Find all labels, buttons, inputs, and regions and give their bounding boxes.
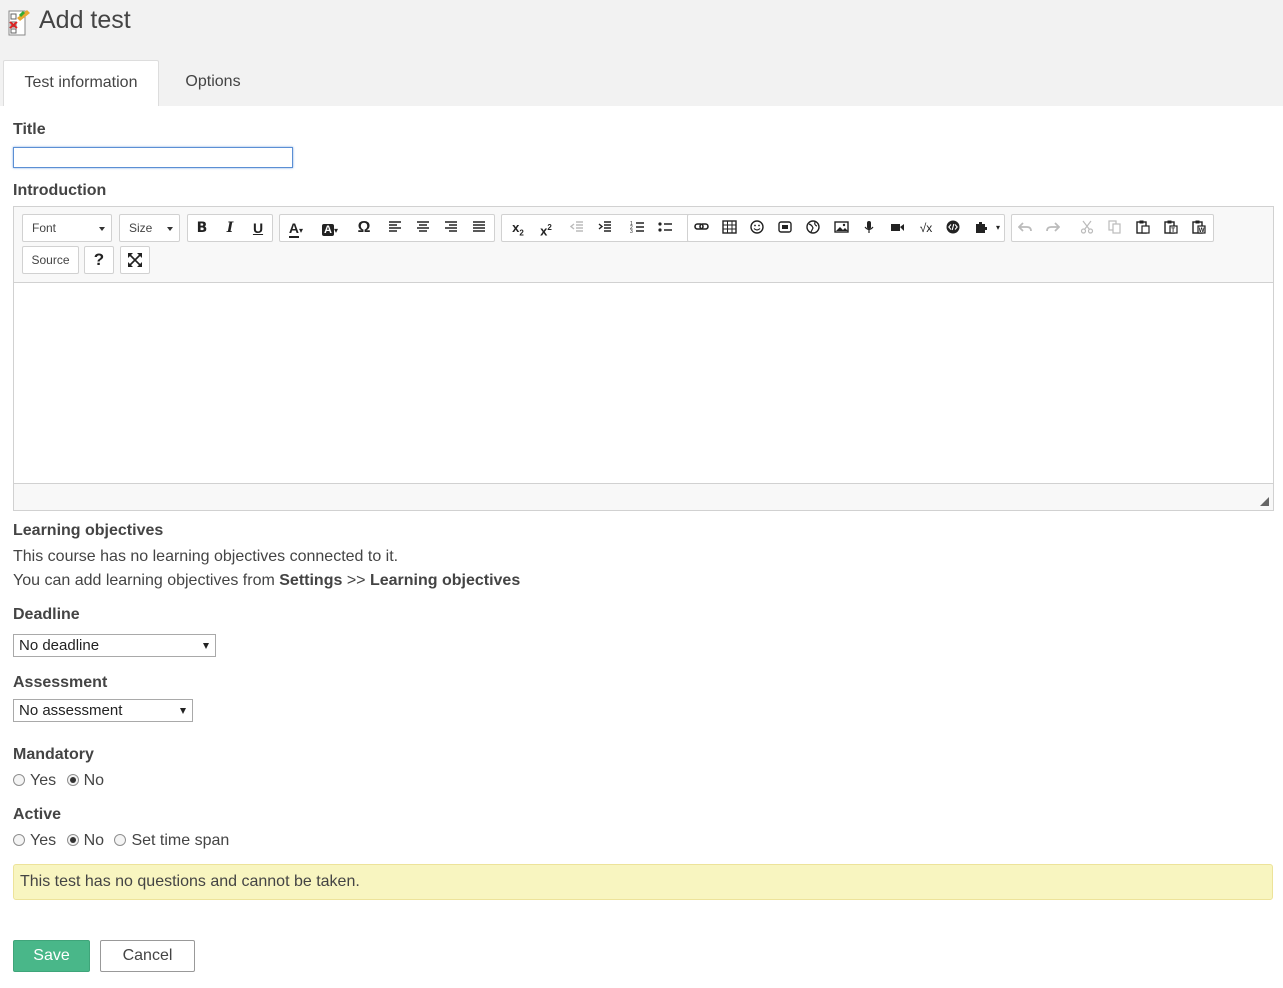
active-yes-radio[interactable] (13, 834, 25, 846)
title-label: Title (13, 121, 46, 138)
hint-prefix: You can add learning objectives from (13, 572, 280, 589)
smiley-icon[interactable] (744, 215, 772, 241)
settings-text: Settings (279, 572, 343, 589)
test-add-icon (7, 8, 31, 38)
subscript-icon[interactable]: x2 (504, 215, 532, 241)
background-color-icon[interactable]: A ▾ (314, 215, 346, 241)
table-icon[interactable] (716, 215, 744, 241)
underline-icon[interactable]: U (244, 215, 272, 241)
editor-toolbar: Font Size B I U A▾ A ▾ Ω x2 x2 1 2 3 √x … (14, 207, 1273, 283)
globe-icon[interactable] (800, 215, 828, 241)
active-timespan-label[interactable]: Set time span (131, 832, 229, 849)
deadline-value: No deadline (19, 637, 100, 654)
active-no-label[interactable]: No (84, 832, 104, 849)
no-questions-alert: This test has no questions and cannot be… (13, 864, 1273, 900)
learning-objectives-text: Learning objectives (369, 572, 521, 589)
active-yes-label[interactable]: Yes (30, 832, 56, 849)
video-icon[interactable] (884, 215, 912, 241)
tab-test-information[interactable]: Test information (3, 60, 159, 106)
chevron-down-icon (99, 227, 105, 231)
mandatory-label: Mandatory (13, 746, 94, 763)
hint-separator: >> (342, 572, 370, 589)
assessment-label: Assessment (13, 674, 108, 691)
font-combo[interactable]: Font (22, 214, 112, 242)
svg-text:W: W (1199, 228, 1205, 234)
clipboard-group: T W (1011, 214, 1214, 242)
tab-options[interactable]: Options (161, 60, 265, 106)
assessment-value: No assessment (19, 702, 123, 719)
superscript-icon[interactable]: x2 (532, 215, 560, 241)
active-label: Active (13, 806, 62, 823)
chevron-down-icon (180, 708, 186, 714)
paste-word-icon[interactable]: W (1186, 215, 1214, 241)
align-justify-icon[interactable] (466, 215, 494, 241)
maximize-button[interactable] (120, 246, 150, 274)
introduction-label: Introduction (13, 182, 107, 199)
page-title: Add test (39, 6, 131, 34)
deadline-select[interactable]: No deadline (13, 634, 216, 657)
deadline-label: Deadline (13, 606, 80, 623)
align-right-icon[interactable] (438, 215, 466, 241)
numbered-list-icon[interactable]: 123 (624, 215, 652, 241)
plugin-icon[interactable]: ▾ (968, 215, 1002, 241)
undo-icon[interactable] (1012, 215, 1040, 241)
paste-icon[interactable] (1130, 215, 1158, 241)
special-char-icon[interactable]: Ω (350, 215, 378, 241)
resize-handle[interactable] (1260, 497, 1269, 506)
color-align-group: A▾ A ▾ Ω (279, 214, 495, 242)
outdent-icon[interactable] (564, 215, 592, 241)
flash-icon[interactable] (772, 215, 800, 241)
lists-group: x2 x2 123 (501, 214, 695, 242)
link-icon[interactable] (688, 215, 716, 241)
mandatory-yes-radio[interactable] (13, 774, 25, 786)
learning-objectives-info: This course has no learning objectives c… (13, 548, 399, 565)
align-center-icon[interactable] (410, 215, 438, 241)
title-input[interactable] (13, 147, 293, 168)
assessment-select[interactable]: No assessment (13, 699, 193, 722)
mandatory-no-radio[interactable] (66, 774, 79, 786)
size-combo[interactable]: Size (119, 214, 180, 242)
text-color-icon[interactable]: A▾ (280, 215, 312, 241)
save-button[interactable]: Save (13, 940, 90, 972)
maximize-icon (127, 253, 143, 272)
mandatory-no-label[interactable]: No (84, 772, 104, 789)
font-combo-label: Font (32, 221, 57, 235)
chevron-down-icon (203, 643, 209, 649)
active-no-radio[interactable] (66, 834, 79, 846)
cut-icon[interactable] (1074, 215, 1102, 241)
audio-icon[interactable] (856, 215, 884, 241)
indent-icon[interactable] (592, 215, 620, 241)
editor-footer (14, 483, 1273, 510)
learning-objectives-label: Learning objectives (13, 522, 164, 539)
rich-text-editor: Font Size B I U A▾ A ▾ Ω x2 x2 1 2 3 √x … (13, 206, 1274, 511)
size-combo-label: Size (129, 221, 153, 235)
page-header: Add test Test information Options (0, 0, 1283, 106)
image-icon[interactable] (828, 215, 856, 241)
svg-text:T: T (1171, 228, 1175, 234)
chevron-down-icon (167, 227, 173, 231)
editor-content-area[interactable] (14, 283, 1273, 483)
italic-icon[interactable]: I (216, 215, 244, 241)
redo-icon[interactable] (1040, 215, 1068, 241)
help-button[interactable]: ? (84, 246, 114, 274)
paste-text-icon[interactable]: T (1158, 215, 1186, 241)
mandatory-yes-label[interactable]: Yes (30, 772, 56, 789)
embed-code-icon[interactable] (940, 215, 968, 241)
source-button[interactable]: Source (22, 246, 79, 274)
copy-icon[interactable] (1102, 215, 1130, 241)
active-radio-group: Yes No Set time span (13, 832, 235, 852)
insert-group: √x ▾ (687, 214, 1005, 242)
cancel-button[interactable]: Cancel (100, 940, 195, 972)
active-timespan-radio[interactable] (114, 834, 127, 846)
align-left-icon[interactable] (382, 215, 410, 241)
svg-text:3: 3 (630, 229, 633, 234)
bullet-list-icon[interactable] (652, 215, 680, 241)
mandatory-radio-group: Yes No (13, 772, 110, 792)
bold-icon[interactable]: B (188, 215, 216, 241)
learning-objectives-hint: You can add learning objectives from Set… (13, 572, 520, 590)
basic-styles-group: B I U (187, 214, 273, 242)
math-icon[interactable]: √x (912, 215, 940, 241)
